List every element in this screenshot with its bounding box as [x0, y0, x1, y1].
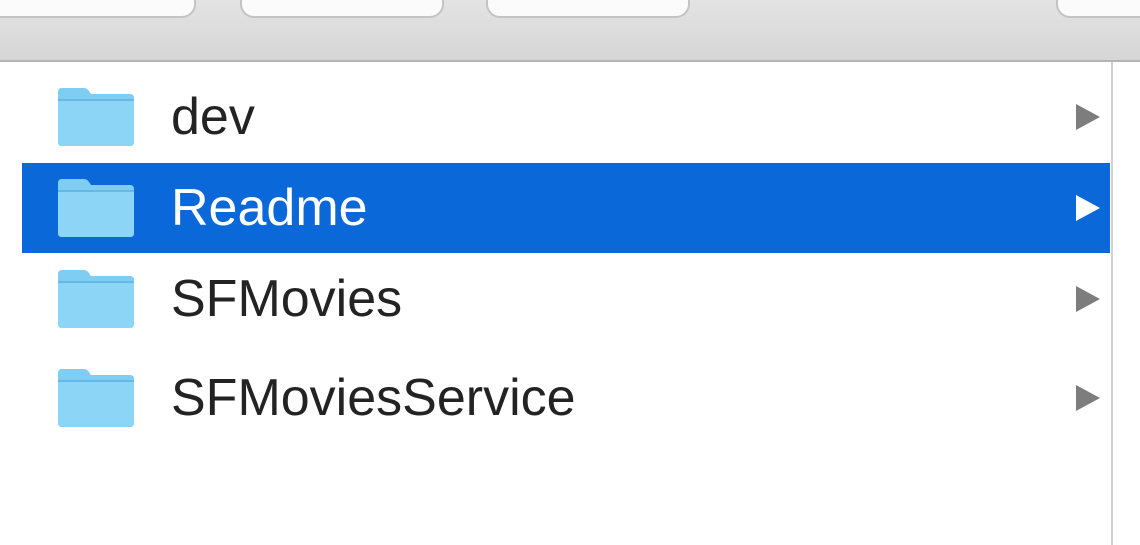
folder-name: SFMovies — [171, 270, 403, 328]
folder-icon — [56, 177, 136, 239]
folder-icon — [56, 367, 136, 429]
toolbar-button[interactable] — [0, 0, 196, 18]
toolbar-button[interactable] — [1056, 0, 1140, 18]
disclosure-arrow-icon[interactable] — [1076, 104, 1100, 130]
folder-row-dev[interactable]: dev — [22, 72, 1110, 162]
folder-row-readme[interactable]: Readme — [22, 163, 1110, 253]
disclosure-arrow-icon[interactable] — [1076, 195, 1100, 221]
folder-icon — [56, 268, 136, 330]
folder-icon — [56, 86, 136, 148]
folder-name: Readme — [171, 179, 368, 237]
column-view: dev Readme SFMovies SFMoviesService — [0, 62, 1113, 545]
finder-window: dev Readme SFMovies SFMoviesService — [0, 0, 1140, 545]
toolbar-button[interactable] — [240, 0, 444, 18]
toolbar — [0, 0, 1140, 62]
folder-name: dev — [171, 88, 255, 146]
disclosure-arrow-icon[interactable] — [1076, 286, 1100, 312]
folder-row-sfmoviesservice[interactable]: SFMoviesService — [22, 353, 1110, 443]
folder-row-sfmovies[interactable]: SFMovies — [22, 254, 1110, 344]
toolbar-button[interactable] — [486, 0, 690, 18]
disclosure-arrow-icon[interactable] — [1076, 385, 1100, 411]
folder-name: SFMoviesService — [171, 369, 576, 427]
